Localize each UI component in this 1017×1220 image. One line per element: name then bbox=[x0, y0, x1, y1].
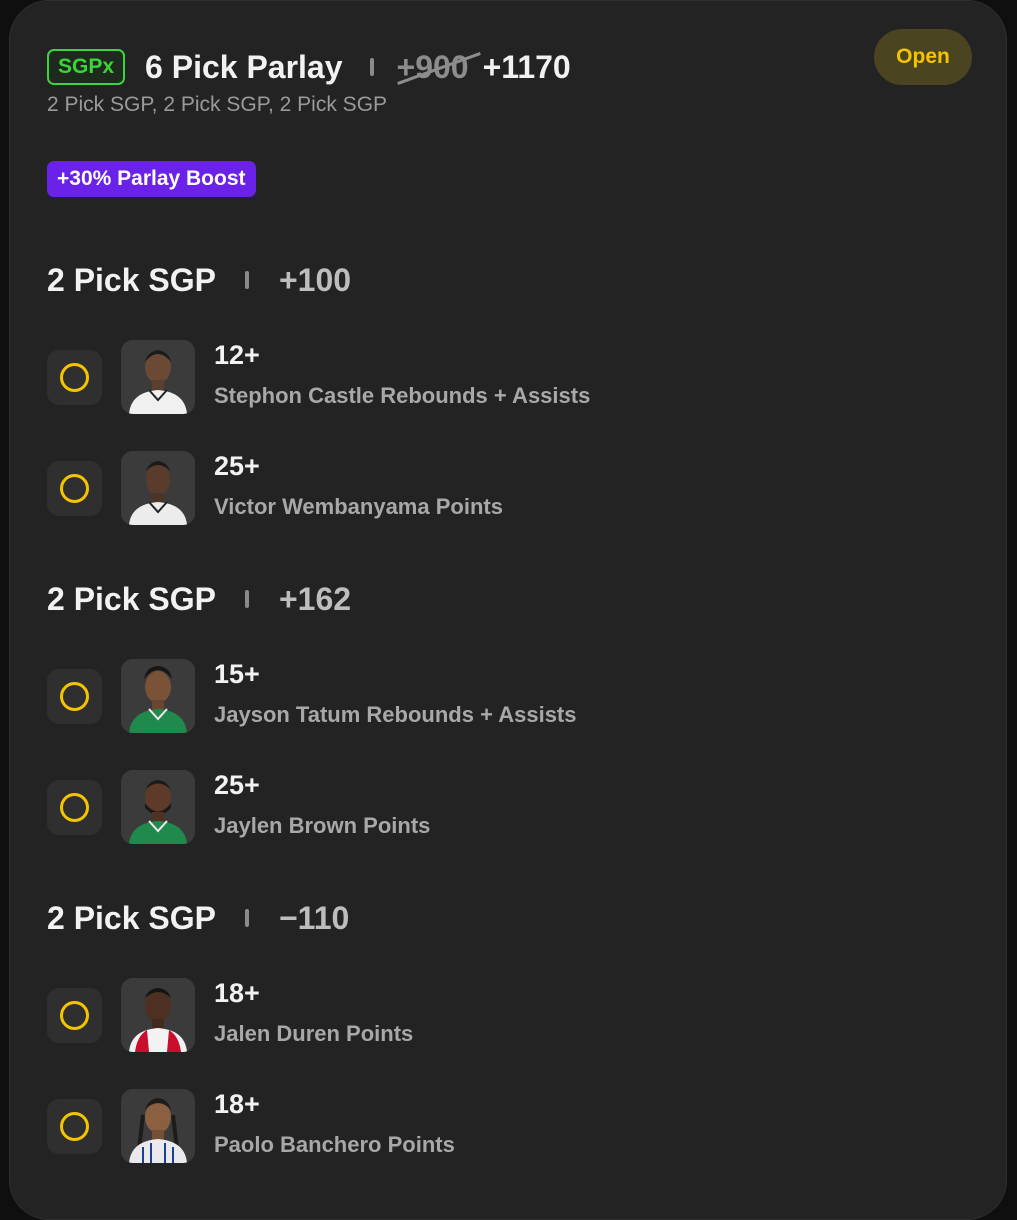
player-avatar bbox=[121, 659, 195, 733]
divider bbox=[369, 58, 374, 76]
pending-circle-icon bbox=[60, 793, 89, 822]
leg-row[interactable]: 18+ Jalen Duren Points bbox=[47, 978, 747, 1054]
parlay-card: SGPx 6 Pick Parlay +900 +1170 2 Pick SGP… bbox=[9, 0, 1007, 1220]
divider bbox=[244, 909, 249, 927]
status-badge: Open bbox=[874, 29, 972, 85]
sgpx-badge: SGPx bbox=[47, 49, 126, 85]
pending-circle-icon bbox=[60, 1112, 89, 1141]
leg-status-button[interactable] bbox=[47, 461, 102, 516]
leg-status-button[interactable] bbox=[47, 350, 102, 405]
pending-circle-icon bbox=[60, 682, 89, 711]
group-odds: −110 bbox=[278, 899, 350, 936]
pending-circle-icon bbox=[60, 474, 89, 503]
group-header: 2 Pick SGP +162 bbox=[47, 579, 351, 619]
leg-status-button[interactable] bbox=[47, 1099, 102, 1154]
leg-line: 15+ bbox=[214, 659, 260, 689]
parlay-subtitle: 2 Pick SGP, 2 Pick SGP, 2 Pick SGP bbox=[47, 93, 388, 116]
player-avatar bbox=[121, 340, 195, 414]
leg-market: Paolo Banchero Points bbox=[214, 1132, 455, 1157]
leg-market: Victor Wembanyama Points bbox=[214, 494, 503, 519]
leg-row[interactable]: 25+ Victor Wembanyama Points bbox=[47, 451, 747, 527]
group-odds: +162 bbox=[278, 580, 352, 617]
leg-status-button[interactable] bbox=[47, 780, 102, 835]
group-title: 2 Pick SGP bbox=[47, 580, 216, 617]
leg-line: 25+ bbox=[214, 451, 260, 481]
leg-market: Stephon Castle Rebounds + Assists bbox=[214, 383, 591, 408]
group-odds: +100 bbox=[278, 261, 352, 298]
player-avatar bbox=[121, 1089, 195, 1163]
leg-line: 25+ bbox=[214, 770, 260, 800]
divider bbox=[244, 590, 249, 608]
group-title: 2 Pick SGP bbox=[47, 899, 216, 936]
player-avatar bbox=[121, 451, 195, 525]
leg-market: Jayson Tatum Rebounds + Assists bbox=[214, 702, 577, 727]
divider bbox=[244, 271, 249, 289]
leg-status-button[interactable] bbox=[47, 669, 102, 724]
group-title: 2 Pick SGP bbox=[47, 261, 216, 298]
original-odds: +900 bbox=[397, 49, 481, 86]
leg-market: Jaylen Brown Points bbox=[214, 813, 431, 838]
parlay-boost-badge: +30% Parlay Boost bbox=[47, 161, 256, 197]
pending-circle-icon bbox=[60, 1001, 89, 1030]
player-avatar bbox=[121, 770, 195, 844]
pending-circle-icon bbox=[60, 363, 89, 392]
leg-row[interactable]: 12+ Stephon Castle Rebounds + Assists bbox=[47, 340, 747, 416]
parlay-title: 6 Pick Parlay bbox=[145, 48, 343, 85]
leg-row[interactable]: 15+ Jayson Tatum Rebounds + Assists bbox=[47, 659, 747, 735]
player-avatar bbox=[121, 978, 195, 1052]
group-header: 2 Pick SGP −110 bbox=[47, 898, 349, 938]
parlay-header: SGPx 6 Pick Parlay +900 +1170 bbox=[47, 47, 571, 87]
leg-market: Jalen Duren Points bbox=[214, 1021, 414, 1046]
leg-line: 12+ bbox=[214, 340, 260, 370]
leg-line: 18+ bbox=[214, 978, 260, 1008]
leg-row[interactable]: 18+ Paolo Banchero Points bbox=[47, 1089, 747, 1165]
leg-line: 18+ bbox=[214, 1089, 260, 1119]
boosted-odds: +1170 bbox=[482, 48, 571, 85]
leg-row[interactable]: 25+ Jaylen Brown Points bbox=[47, 770, 747, 846]
leg-status-button[interactable] bbox=[47, 988, 102, 1043]
group-header: 2 Pick SGP +100 bbox=[47, 260, 351, 300]
